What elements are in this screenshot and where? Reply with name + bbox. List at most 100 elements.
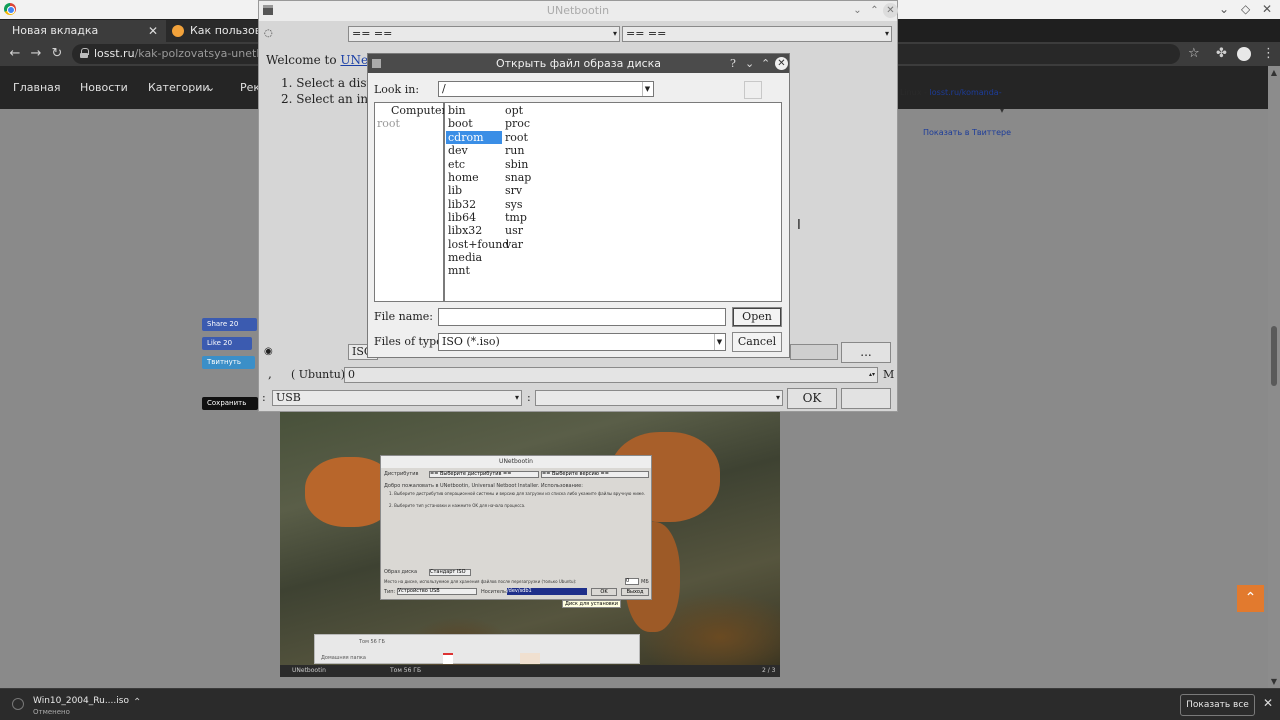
look-in-label: Look in: xyxy=(374,83,420,96)
file-item[interactable]: libx32 xyxy=(446,224,502,237)
mini-type-value: Устройство USB xyxy=(397,588,477,595)
tab-title: Как пользоваться xyxy=(190,24,258,37)
file-item[interactable]: lib32 xyxy=(446,198,502,211)
file-item[interactable]: lost+found xyxy=(446,238,509,251)
profile-avatar[interactable] xyxy=(1237,47,1251,61)
file-item[interactable]: srv xyxy=(503,184,522,197)
star-icon[interactable]: ☆ xyxy=(1188,45,1200,63)
scrollbar-thumb[interactable] xyxy=(1271,326,1277,386)
mini-media-value: /dev/sdb1 xyxy=(507,588,587,595)
tab-close-icon[interactable]: ✕ xyxy=(148,20,158,42)
file-item-selected[interactable]: cdrom xyxy=(446,131,502,144)
distro-combo[interactable]: == == ▾ xyxy=(348,26,620,42)
snippet-link[interactable]: losst.ru/komanda- xyxy=(930,88,1002,97)
distro-radio[interactable]: ◌ xyxy=(264,28,273,39)
download-file-icon xyxy=(12,698,24,710)
nav-home[interactable]: Главная xyxy=(13,66,61,109)
file-item[interactable]: tmp xyxy=(503,211,527,224)
tab-losst-article[interactable]: Как пользоваться xyxy=(166,20,258,42)
minimize-icon[interactable]: ⌄ xyxy=(850,3,865,18)
file-item[interactable]: media xyxy=(446,251,502,264)
drive-combo[interactable]: ▾ xyxy=(535,390,783,406)
scroll-up-icon[interactable]: ▲ xyxy=(1268,68,1280,77)
file-item[interactable]: mnt xyxy=(446,264,502,277)
show-all-downloads-button[interactable]: Показать все xyxy=(1180,694,1255,716)
snippet-text: Linux - xyxy=(900,88,927,97)
file-item[interactable]: snap xyxy=(503,171,531,184)
file-list: bin boot cdrom dev etc home lib lib32 li… xyxy=(444,102,782,302)
mini-tooltip: Диск для установки xyxy=(562,600,621,608)
file-item[interactable]: home xyxy=(446,171,502,184)
forward-icon[interactable]: → xyxy=(27,45,45,63)
exit-button[interactable] xyxy=(841,388,891,409)
back-icon[interactable]: ← xyxy=(6,45,24,63)
close-shelf-icon[interactable]: ✕ xyxy=(1263,696,1273,710)
file-item[interactable]: root xyxy=(503,131,528,144)
open-button[interactable]: Open xyxy=(732,307,782,327)
chevron-up-icon[interactable]: ⌃ xyxy=(133,697,141,708)
maximize-icon[interactable]: ⌃ xyxy=(867,3,882,18)
view-mode-button[interactable] xyxy=(744,81,762,99)
sidebar-item-computer[interactable]: Computer xyxy=(391,104,447,117)
window-minimize-button[interactable]: ⌄ xyxy=(1219,1,1229,17)
extensions-icon[interactable]: ✤ xyxy=(1216,45,1227,63)
close-icon[interactable]: ✕ xyxy=(883,3,898,18)
image-counter: 2 / 3 xyxy=(762,667,776,674)
mini-file-manager: Том 56 ГБ Домашняя папка xyxy=(314,634,640,664)
diskimage-radio[interactable]: ◉ xyxy=(264,346,273,357)
tab-new-tab[interactable]: Новая вкладка ✕ xyxy=(0,20,166,42)
file-item[interactable]: proc xyxy=(503,117,530,130)
version-combo[interactable]: == == ▾ xyxy=(622,26,892,42)
disk-path-field[interactable] xyxy=(790,344,838,360)
cancel-button[interactable]: Cancel xyxy=(732,332,782,352)
mini-exit: Выход xyxy=(621,588,649,596)
nav-categories[interactable]: Категории xyxy=(148,66,210,109)
unetbootin-title: UNetbootin xyxy=(546,4,610,17)
file-item[interactable]: usr xyxy=(503,224,523,237)
close-icon[interactable]: ✕ xyxy=(775,57,788,70)
drive-label: : xyxy=(527,391,531,404)
mini-step1: 1. Выберите дистрибутив операционной сис… xyxy=(389,491,646,496)
file-item[interactable]: boot xyxy=(446,117,502,130)
facebook-like-button[interactable]: Like 20 xyxy=(202,337,252,350)
file-item[interactable]: dev xyxy=(446,144,502,157)
pinterest-save-button[interactable]: Сохранить xyxy=(202,397,258,410)
scroll-to-top-button[interactable]: ⌃ xyxy=(1237,585,1264,612)
file-item[interactable]: opt xyxy=(503,104,523,117)
file-item[interactable]: etc xyxy=(446,158,502,171)
mini-space-unit: МБ xyxy=(641,579,649,585)
space-value-field[interactable]: 0 ▴▾ xyxy=(344,367,878,383)
file-item[interactable]: bin xyxy=(446,104,502,117)
menu-icon[interactable]: ⋮ xyxy=(1262,45,1275,63)
sidebar-item-root[interactable]: root xyxy=(377,117,400,130)
chevron-down-icon[interactable]: ▾ xyxy=(1000,106,1004,115)
file-name-input[interactable] xyxy=(438,308,726,326)
mini-step2: 2. Выберите тип установки и нажмите OK д… xyxy=(389,503,526,508)
sidebar-snippet: Linux - losst.ru/komanda- xyxy=(900,88,1002,97)
file-item[interactable]: var xyxy=(503,238,523,251)
file-item[interactable]: sys xyxy=(503,198,523,211)
file-item[interactable]: sbin xyxy=(503,158,528,171)
spinner-icon[interactable]: ▴▾ xyxy=(869,368,875,382)
show-on-twitter-link[interactable]: Показать в Твиттере xyxy=(923,128,1011,137)
nav-news[interactable]: Новости xyxy=(80,66,128,109)
tweet-button[interactable]: Твитнуть xyxy=(202,356,255,369)
maximize-icon[interactable]: ⌃ xyxy=(761,55,770,72)
window-close-button[interactable]: ✕ xyxy=(1262,1,1272,17)
ok-button[interactable]: OK xyxy=(787,388,837,409)
minimize-icon[interactable]: ⌄ xyxy=(745,55,754,72)
files-of-type-combo[interactable]: ISO (*.iso) ▼ xyxy=(438,333,726,351)
scroll-down-icon[interactable]: ▼ xyxy=(1268,677,1280,686)
file-item[interactable]: lib xyxy=(446,184,502,197)
help-icon[interactable]: ? xyxy=(730,55,736,72)
file-item[interactable]: lib64 xyxy=(446,211,502,224)
file-item[interactable]: run xyxy=(503,144,524,157)
look-in-combo[interactable]: / ▼ xyxy=(438,81,654,97)
reload-icon[interactable]: ↻ xyxy=(48,45,66,63)
type-combo[interactable]: USB ▾ xyxy=(272,390,522,406)
browse-button[interactable]: ... xyxy=(841,342,891,363)
download-file-name[interactable]: Win10_2004_Ru....iso xyxy=(33,696,129,706)
facebook-share-button[interactable]: Share 20 xyxy=(202,318,257,331)
window-maximize-button[interactable]: ◇ xyxy=(1241,1,1250,17)
mini-fm-path: Том 56 ГБ xyxy=(359,639,385,645)
